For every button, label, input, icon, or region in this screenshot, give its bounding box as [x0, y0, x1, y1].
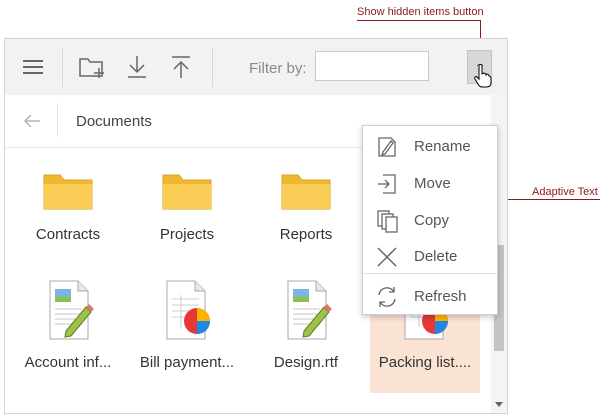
breadcrumb-path[interactable]: Documents: [76, 113, 152, 130]
rename-icon: [378, 137, 396, 157]
upload-button[interactable]: [163, 49, 199, 85]
file-item[interactable]: Bill payment...: [132, 277, 242, 393]
toolbar: Filter by: ...: [5, 39, 507, 96]
document-edit-icon: [287, 280, 332, 340]
file-label: Projects: [159, 226, 215, 243]
menu-item-move[interactable]: Move: [363, 167, 497, 201]
folder-icon: [281, 174, 331, 210]
file-label: Bill payment...: [139, 354, 235, 371]
menu-item-label: Copy: [414, 212, 450, 229]
file-label: Account inf...: [24, 354, 112, 371]
caret-down-icon: [495, 401, 503, 407]
file-manager: Filter by: ... Documents Contracts Proje…: [4, 38, 508, 414]
filter-input[interactable]: [315, 51, 429, 81]
copy-icon: [377, 210, 398, 233]
refresh-icon: [378, 287, 396, 307]
annotation-underline: [357, 20, 481, 21]
arrow-left-icon: [23, 114, 40, 128]
file-label: Contracts: [35, 226, 101, 243]
hand-cursor-icon: [474, 64, 492, 88]
back-button[interactable]: [19, 109, 45, 133]
new-folder-icon: [79, 58, 104, 78]
file-item[interactable]: Design.rtf: [251, 277, 361, 393]
file-item[interactable]: Account inf...: [13, 277, 123, 393]
menu-item-label: Rename: [414, 138, 471, 155]
annotation-adaptive-text: Adaptive Text: [532, 186, 598, 198]
menu-item-label: Delete: [414, 248, 458, 265]
folder-icon: [43, 174, 93, 210]
file-label: Packing list....: [378, 354, 472, 371]
delete-icon: [377, 247, 397, 267]
move-icon: [378, 174, 396, 194]
breadcrumb-separator: [57, 103, 58, 137]
menu-item-rename[interactable]: Rename: [363, 130, 497, 164]
menu-item-delete[interactable]: Delete: [363, 240, 497, 274]
annotation-pointer-line: [480, 20, 481, 40]
menu-item-copy[interactable]: Copy: [363, 204, 497, 238]
scroll-down-arrow[interactable]: [491, 397, 507, 411]
menu-item-refresh[interactable]: Refresh: [363, 280, 497, 314]
toolbar-separator: [212, 47, 213, 87]
context-menu: Rename Move Copy Delete Refresh: [362, 125, 498, 315]
menu-item-label: Move: [414, 175, 451, 192]
file-label: Reports: [279, 226, 333, 243]
file-label: Design.rtf: [273, 354, 339, 371]
menu-button[interactable]: [15, 49, 51, 85]
file-item[interactable]: Reports: [251, 167, 361, 263]
folder-icon: [162, 174, 212, 210]
download-icon: [128, 56, 146, 78]
download-button[interactable]: [119, 49, 155, 85]
file-item[interactable]: Projects: [132, 167, 242, 263]
menu-separator: [363, 273, 497, 274]
document-edit-icon: [49, 280, 94, 340]
file-item[interactable]: Contracts: [13, 167, 123, 263]
new-folder-button[interactable]: [74, 49, 110, 85]
upload-icon: [172, 56, 190, 78]
menu-item-label: Refresh: [414, 288, 467, 305]
filter-label: Filter by:: [249, 60, 307, 77]
spreadsheet-chart-icon: [166, 280, 210, 340]
hamburger-icon: [23, 60, 43, 74]
annotation-hidden-items: Show hidden items button: [357, 6, 484, 18]
toolbar-separator: [62, 47, 63, 87]
